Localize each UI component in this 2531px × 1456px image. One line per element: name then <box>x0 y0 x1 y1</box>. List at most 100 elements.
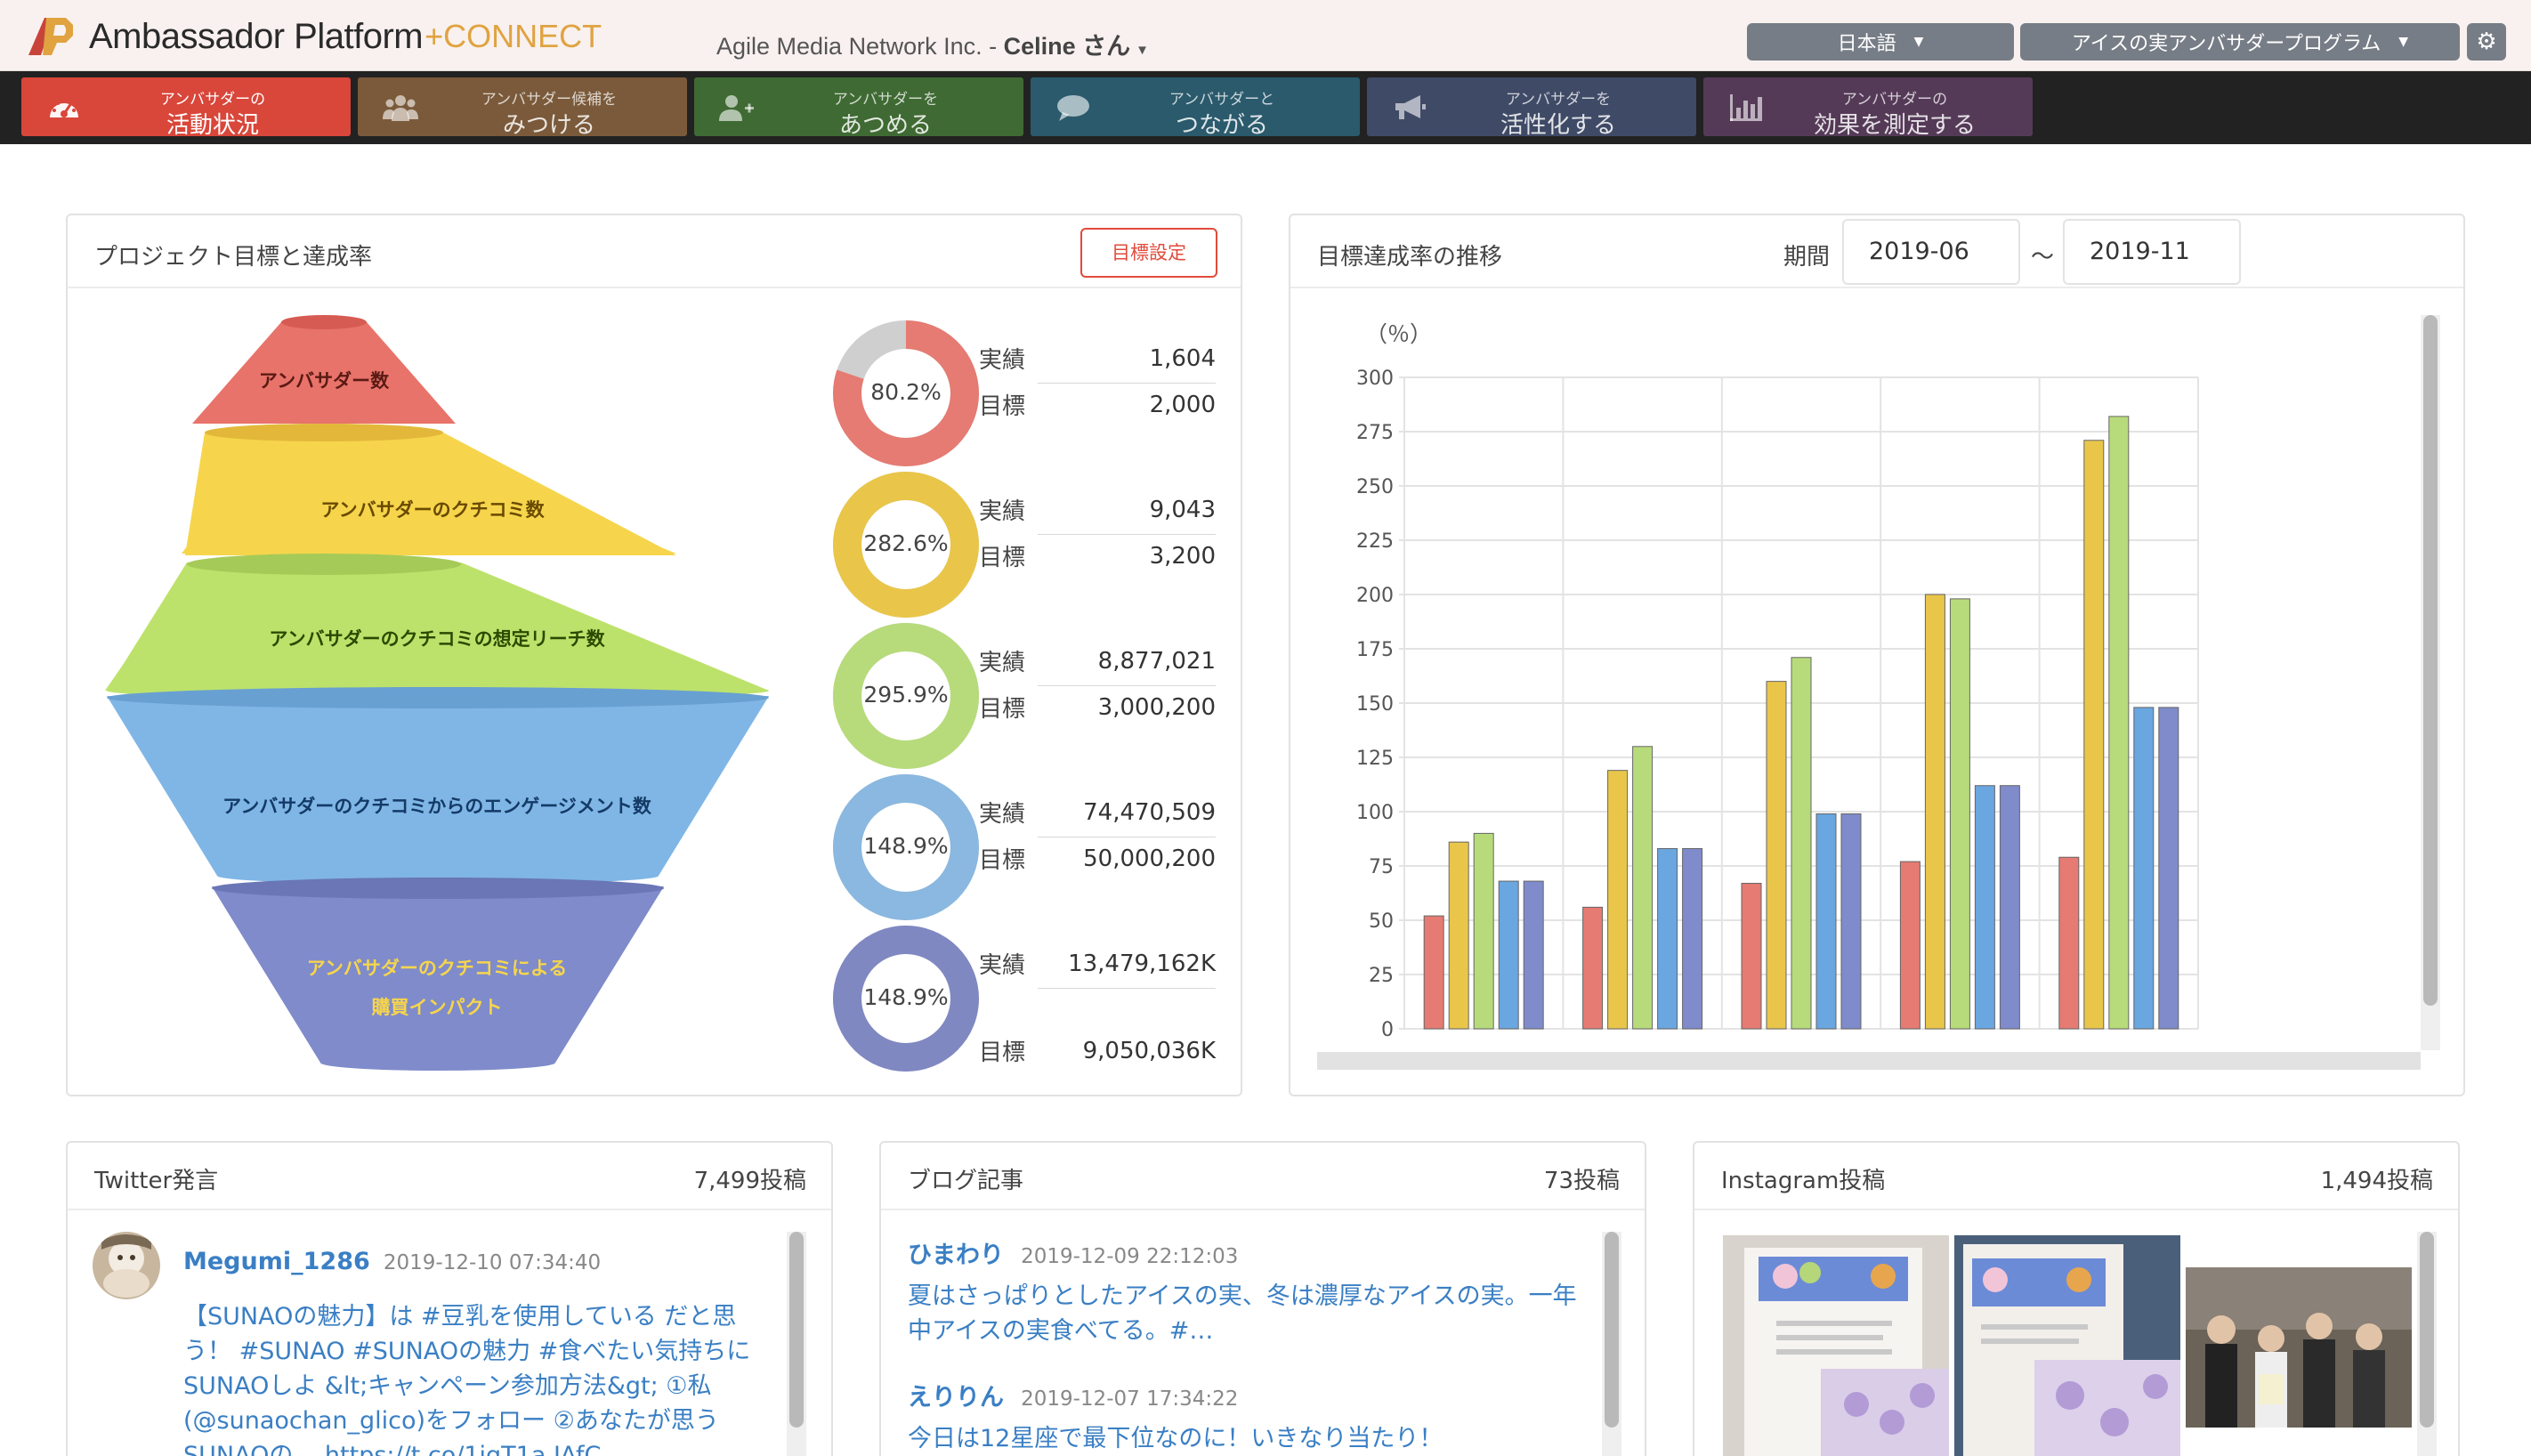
app-logo[interactable]: Ambassador Platform +CONNECT <box>27 16 602 57</box>
y-tick-label: 175 <box>1356 639 1394 661</box>
nav-tab-connect[interactable]: アンバサダーと つながる <box>1031 77 1360 139</box>
chart-bar[interactable] <box>1899 861 1920 1030</box>
tweet-header: Megumi_1286 2019-12-10 07:34:40 <box>183 1248 601 1275</box>
language-select[interactable]: 日本語 ▼ <box>1747 23 2014 61</box>
blog-post[interactable]: ひまわり 2019-12-09 22:12:03 夏はさっぱりとしたアイスの実、… <box>908 1235 1602 1348</box>
feed-scrollbar[interactable] <box>2417 1232 2437 1456</box>
panel-header: プロジェクト目標と達成率 目標設定 <box>68 215 1241 288</box>
y-tick-label: 275 <box>1356 422 1394 444</box>
kpi-target-value: 50,000,200 <box>1083 845 1216 872</box>
funnel-label-impact: アンバサダーのクチコミによる <box>306 958 568 979</box>
chart-bar[interactable] <box>1657 847 1678 1030</box>
nav-tab-label: 効果を測定する <box>1813 112 1976 139</box>
program-select[interactable]: アイスの実アンバサダープログラム ▼ <box>2020 23 2460 61</box>
blog-excerpt-line: 中アイスの実食べてる。#… <box>908 1317 1214 1345</box>
y-tick-label: 150 <box>1356 693 1394 716</box>
donut-percentage: 80.2% <box>870 379 942 405</box>
chart-bar[interactable] <box>1840 813 1862 1030</box>
chart-bar[interactable] <box>1815 813 1837 1030</box>
tweet-text-line: う！ #SUNAO #SUNAOの魅力 #食べたい気持ちに <box>183 1338 751 1365</box>
panel-header: ブログ記事 73投稿 <box>881 1143 1645 1210</box>
chart-bar[interactable] <box>2133 707 2155 1030</box>
y-tick-label: 200 <box>1356 585 1394 607</box>
period-separator: 〜 <box>2031 244 2055 271</box>
nav-tab-label: 活動状況 <box>166 112 259 139</box>
chart-bar[interactable] <box>1682 847 1703 1030</box>
goal-settings-button[interactable]: 目標設定 <box>1080 228 1217 278</box>
nav-tab-label: つながる <box>1175 112 1268 139</box>
donut-percentage: 282.6% <box>863 530 949 556</box>
nav-tab-gather[interactable]: アンバサダーを あつめる <box>694 77 1023 139</box>
y-tick-label: 125 <box>1356 748 1394 770</box>
chart-bar[interactable] <box>1924 594 1945 1030</box>
chart-bar[interactable] <box>2058 856 2080 1030</box>
chart-bar[interactable] <box>1448 841 1469 1030</box>
chart-bar[interactable] <box>1949 598 1970 1030</box>
nav-tab-label: あつめる <box>838 112 932 139</box>
program-value: アイスの実アンバサダープログラム <box>2071 33 2381 55</box>
kpi-actual-label: 実績 <box>979 952 1026 979</box>
panel-header: Twitter発言 7,499投稿 <box>68 1143 831 1210</box>
kpi-target-label: 目標 <box>979 393 1026 420</box>
chart-bar[interactable] <box>1423 915 1444 1030</box>
chart-bar[interactable] <box>1523 880 1544 1030</box>
chart-bar[interactable] <box>2158 707 2179 1030</box>
chart-horizontal-scrollbar[interactable] <box>1317 1052 2421 1070</box>
nav-tab-activity[interactable]: アンバサダーの 活動状況 <box>21 77 351 139</box>
chart-bar[interactable] <box>1791 657 1812 1030</box>
period-to-input[interactable]: 2019-11 <box>2063 219 2241 285</box>
funnel-label-reach: アンバサダーのクチコミの想定リーチ数 <box>269 628 605 650</box>
blog-excerpt-line: 今日は12星座で最下位なのに！いきなり当たり！ <box>908 1425 1443 1452</box>
funnel-label-ambassadors: アンバサダー数 <box>258 370 390 392</box>
logo-text: Ambassador Platform <box>89 16 424 56</box>
scrollbar-thumb[interactable] <box>2420 1232 2434 1428</box>
kpi-target-label: 目標 <box>979 545 1026 571</box>
tweet-text[interactable]: 【SUNAOの魅力】は #豆乳を使用している だと思 う！ #SUNAO #SU… <box>183 1299 806 1456</box>
blog-author[interactable]: ひまわり <box>908 1242 1004 1269</box>
chart-bar[interactable] <box>1632 746 1654 1030</box>
y-tick-label: 225 <box>1356 530 1394 553</box>
tweet-time: 2019-12-10 07:34:40 <box>383 1251 602 1274</box>
chart-bar[interactable] <box>1741 883 1762 1030</box>
period-from-input[interactable]: 2019-06 <box>1842 219 2020 285</box>
nav-tab-measure[interactable]: アンバサダーの 効果を測定する <box>1703 77 2033 139</box>
period-label: 期間 <box>1783 244 1831 271</box>
donut-percentage: 148.9% <box>863 984 949 1010</box>
donut-percentage: 148.9% <box>863 833 949 859</box>
blog-excerpt-line: 夏はさっぱりとしたアイスの実、冬は濃厚なアイスの実。一年 <box>908 1282 1577 1310</box>
chart-bar[interactable] <box>1766 681 1787 1030</box>
y-tick-label: 100 <box>1356 802 1394 824</box>
kpi-divider <box>1038 988 1216 989</box>
account-menu[interactable]: Agile Media Network Inc. - Celine さん ▼ <box>716 27 1149 61</box>
gear-icon[interactable]: ⚙ <box>2467 23 2506 61</box>
scrollbar-thumb[interactable] <box>1605 1232 1619 1428</box>
nav-tab-find[interactable]: アンバサダー候補を みつける <box>358 77 687 139</box>
chart-bar[interactable] <box>1974 785 1995 1030</box>
tweet-username[interactable]: Megumi_1286 <box>183 1248 370 1275</box>
chart-bar[interactable] <box>2108 416 2130 1030</box>
panel-title: ブログ記事 <box>908 1168 1024 1194</box>
instagram-photo-3[interactable] <box>2186 1267 2412 1428</box>
chevron-down-icon: ▼ <box>1913 35 1924 49</box>
kpi-actual-value: 9,043 <box>1149 497 1216 523</box>
nav-tab-activate[interactable]: アンバサダーを 活性化する <box>1367 77 1696 139</box>
instagram-photo-1[interactable] <box>1723 1235 1949 1456</box>
blog-post[interactable]: えりりん 2019-12-07 17:34:22 今日は12星座で最下位なのに！… <box>908 1378 1602 1456</box>
chart-bar[interactable] <box>1498 880 1519 1030</box>
chart-bar[interactable] <box>1582 906 1604 1030</box>
avatar[interactable] <box>93 1232 160 1299</box>
chart-bar[interactable] <box>2083 440 2105 1030</box>
chart-bar[interactable] <box>1999 785 2020 1030</box>
kpi-target-value: 3,000,200 <box>1097 694 1216 721</box>
feed-scrollbar[interactable] <box>787 1232 806 1456</box>
chart-bar[interactable] <box>1473 832 1494 1030</box>
instagram-panel: Instagram投稿 1,494投稿 <box>1693 1141 2460 1456</box>
chart-bar[interactable] <box>1607 770 1629 1030</box>
feed-scrollbar[interactable] <box>1602 1232 1621 1456</box>
chart-vertical-scrollbar[interactable] <box>2421 315 2440 1050</box>
scrollbar-thumb[interactable] <box>789 1232 804 1428</box>
instagram-photo-2[interactable] <box>1954 1235 2180 1456</box>
blog-author[interactable]: えりりん <box>908 1384 1004 1412</box>
scrollbar-thumb[interactable] <box>2423 315 2438 1006</box>
post-count: 73投稿 <box>1543 1168 1620 1194</box>
